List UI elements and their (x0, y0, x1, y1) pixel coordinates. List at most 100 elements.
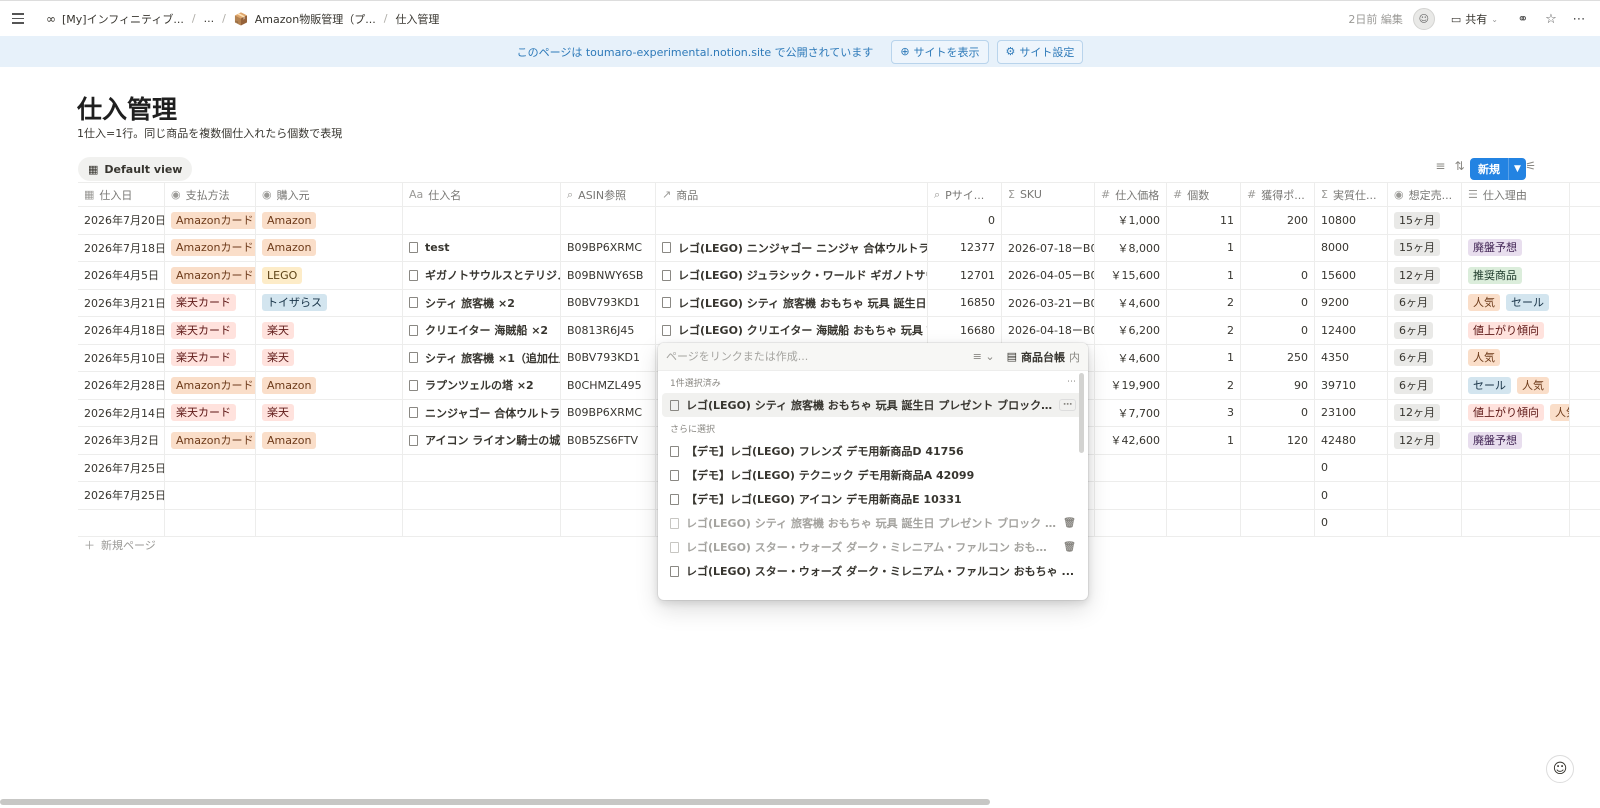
table-cell-asin[interactable] (561, 454, 656, 481)
table-cell-expect[interactable]: 12ヶ月 (1388, 399, 1462, 426)
product-link[interactable]: レゴ(LEGO) ジュラシック・ワールド ギガノトサウルス (678, 267, 927, 283)
table-cell-src[interactable]: トイザらス (256, 289, 403, 316)
table-cell-expect[interactable] (1388, 482, 1462, 509)
table-cell-real[interactable]: 12400 (1315, 317, 1388, 344)
table-cell-p[interactable]: 16680 (928, 317, 1002, 344)
table-cell-reasons[interactable]: 推奨商品 (1462, 262, 1570, 289)
table-cell-reasons[interactable] (1462, 509, 1570, 536)
table-cell-reasons[interactable]: 廃盤予想 (1462, 234, 1570, 261)
new-button[interactable]: 新規 ▼ (1470, 158, 1526, 180)
table-cell-reasons[interactable]: 廃盤予想 (1462, 427, 1570, 454)
table-cell-expect[interactable]: 12ヶ月 (1388, 427, 1462, 454)
table-cell-name[interactable]: シティ 旅客機 ×1（追加仕入） (403, 344, 561, 371)
table-cell-pay[interactable]: Amazonカード (165, 372, 256, 399)
table-cell-price[interactable] (1095, 482, 1167, 509)
breadcrumb-amazon[interactable]: Amazon物販管理（プ... (255, 11, 376, 27)
relation-option[interactable]: 【デモ】レゴ(LEGO) テクニック デモ用新商品A 42099 (658, 463, 1088, 487)
table-cell-pay[interactable]: 楽天カード (165, 344, 256, 371)
column-header[interactable]: Σ SKU (1002, 183, 1095, 206)
table-cell-real[interactable]: 0 (1315, 482, 1388, 509)
trash-icon[interactable]: 🗑 (1063, 518, 1076, 529)
table-cell-src[interactable] (256, 454, 403, 481)
table-cell-p[interactable]: 12377 (928, 234, 1002, 261)
sort-icon[interactable]: ⇅ (1454, 159, 1464, 173)
more-icon[interactable]: ⋯ (1067, 377, 1076, 387)
table-cell-date[interactable]: 2026年2月28日 (78, 372, 165, 399)
column-header[interactable]: ☰ 仕入理由 (1462, 183, 1570, 206)
table-cell-date[interactable]: 2026年4月5日 (78, 262, 165, 289)
tab-default-view[interactable]: ▦ Default view (78, 157, 193, 181)
table-cell-points[interactable]: 0 (1241, 262, 1315, 289)
database-selector[interactable]: ▤ 商品台帳 内 (1007, 349, 1080, 365)
link-icon[interactable]: ⚭ (1514, 10, 1532, 28)
table-cell-price[interactable]: ￥6,200 (1095, 317, 1167, 344)
trash-icon[interactable]: 🗑 (1063, 542, 1076, 553)
table-cell-date[interactable]: 2026年4月18日 (78, 317, 165, 344)
table-cell-price[interactable] (1095, 509, 1167, 536)
table-cell-date[interactable]: 2026年7月20日 (78, 207, 165, 234)
table-cell-expect[interactable]: 6ヶ月 (1388, 289, 1462, 316)
table-cell-real[interactable]: 0 (1315, 454, 1388, 481)
table-cell-src[interactable]: Amazon (256, 427, 403, 454)
table-cell-date[interactable]: 2026年3月21日 (78, 289, 165, 316)
table-cell-expect[interactable]: 6ヶ月 (1388, 372, 1462, 399)
table-cell-asin[interactable]: B0BV793KD1 (561, 344, 656, 371)
table-cell-real[interactable]: 9200 (1315, 289, 1388, 316)
table-cell-asin[interactable]: B0CHMZL495 (561, 372, 656, 399)
table-cell-reasons[interactable] (1462, 454, 1570, 481)
breadcrumb-workspace[interactable]: [My]インフィニティブ... (62, 11, 184, 27)
column-header[interactable]: ◉ 購入元 (256, 183, 403, 206)
table-cell-expect[interactable]: 15ヶ月 (1388, 234, 1462, 261)
table-cell-asin[interactable] (561, 509, 656, 536)
table-cell-price[interactable] (1095, 454, 1167, 481)
table-cell-points[interactable] (1241, 234, 1315, 261)
table-cell-qty[interactable] (1167, 482, 1241, 509)
table-cell-real[interactable]: 42480 (1315, 427, 1388, 454)
table-cell-pay[interactable] (165, 454, 256, 481)
table-cell-product[interactable]: レゴ(LEGO) クリエイター 海賊船 おもちゃ 玩具 誕生日 (656, 317, 928, 344)
table-cell-sku[interactable]: 2026-07-18ーB0 (1002, 234, 1095, 261)
purchase-name[interactable]: アイコン ライオン騎士の城 × (425, 432, 560, 448)
table-cell-product[interactable]: レゴ(LEGO) ニンジャゴー ニンジャ 合体ウルトラメカ (656, 234, 928, 261)
site-settings-button[interactable]: ⚙ サイト設定 (996, 39, 1084, 64)
horizontal-scrollbar[interactable] (0, 799, 990, 805)
table-cell-price[interactable]: ￥7,700 (1095, 399, 1167, 426)
table-cell-expect[interactable]: 6ヶ月 (1388, 317, 1462, 344)
table-cell-points[interactable]: 250 (1241, 344, 1315, 371)
relation-option[interactable]: 【デモ】レゴ(LEGO) フレンズ デモ用新商品D 41756 (658, 439, 1088, 463)
table-row[interactable]: 2026年7月20日 Amazonカード Amazon 0 ￥1,000 11 200 108… (78, 207, 1600, 235)
table-cell-asin[interactable]: B09BNWY6SB (561, 262, 656, 289)
table-cell-price[interactable]: ￥4,600 (1095, 289, 1167, 316)
table-row[interactable]: 2026年3月21日 楽天カード トイザらス シティ 旅客機 ×2 B0BV793KD1… (78, 289, 1600, 317)
table-cell-real[interactable]: 0 (1315, 509, 1388, 536)
table-cell-pay[interactable]: Amazonカード (165, 207, 256, 234)
table-cell-pay[interactable]: 楽天カード (165, 399, 256, 426)
sidebar-toggle-icon[interactable] (12, 9, 32, 29)
table-cell-expect[interactable]: 6ヶ月 (1388, 344, 1462, 371)
new-button-label[interactable]: 新規 (1470, 158, 1508, 180)
table-cell-points[interactable]: 0 (1241, 289, 1315, 316)
relation-option[interactable]: レゴ(LEGO) スター・ウォーズ ダーク・ミレニアム・ファルコン おもち...… (658, 535, 1088, 559)
view-site-button[interactable]: ⊕ サイトを表示 (891, 39, 989, 64)
filter-icon[interactable]: ≡ (1435, 159, 1445, 173)
table-cell-sku[interactable]: 2026-04-05ーB0 (1002, 262, 1095, 289)
table-row[interactable]: 2026年7月18日 Amazonカード Amazon test B09BP6XRMC レ… (78, 234, 1600, 262)
table-cell-src[interactable]: Amazon (256, 372, 403, 399)
table-cell-asin[interactable]: B0813R6J45 (561, 317, 656, 344)
filter-icon[interactable]: ≡ ⌄ (973, 350, 995, 363)
table-cell-pay[interactable] (165, 509, 256, 536)
table-cell-src[interactable]: Amazon (256, 207, 403, 234)
table-cell-points[interactable] (1241, 482, 1315, 509)
table-cell-real[interactable]: 39710 (1315, 372, 1388, 399)
table-cell-qty[interactable] (1167, 509, 1241, 536)
purchase-name[interactable]: ギガノトサウルスとテリジノサ (425, 267, 560, 283)
table-cell-qty[interactable]: 1 (1167, 234, 1241, 261)
table-cell-pay[interactable]: Amazonカード (165, 262, 256, 289)
column-header[interactable]: # 仕入価格 (1095, 183, 1167, 206)
table-cell-date[interactable]: 2026年3月2日 (78, 427, 165, 454)
table-cell-asin[interactable]: B0B5ZS6FTV (561, 427, 656, 454)
table-cell-reasons[interactable] (1462, 207, 1570, 234)
table-cell-points[interactable]: 90 (1241, 372, 1315, 399)
table-cell-expect[interactable]: 12ヶ月 (1388, 262, 1462, 289)
table-row[interactable]: 2026年4月5日 Amazonカード LEGO ギガノトサウルスとテリジノサ B09B… (78, 262, 1600, 290)
